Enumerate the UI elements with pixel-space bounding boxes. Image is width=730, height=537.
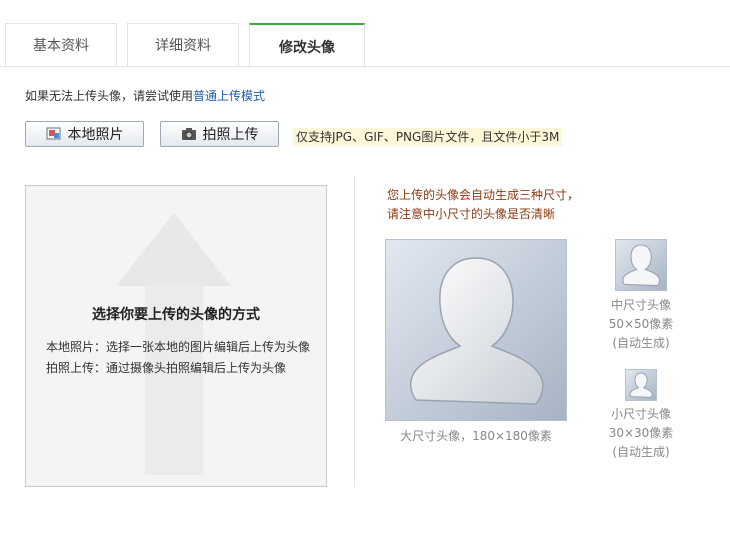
avatar-sizes-notice: 您上传的头像会自动生成三种尺寸， 请注意中小尺寸的头像是否清晰 [387,186,579,224]
upload-method-panel: 选择你要上传的头像的方式 本地照片：选择一张本地的图片编辑后上传为头像 拍照上传… [25,185,327,487]
upload-tip: 如果无法上传头像，请尝试使用普通上传模式 [25,87,265,104]
small-avatar-preview [625,369,657,401]
tab-change-avatar[interactable]: 修改头像 [249,23,365,68]
large-avatar-preview [385,239,567,421]
tab-basic-info[interactable]: 基本资料 [5,23,117,66]
avatar-sizes-notice-line1: 您上传的头像会自动生成三种尺寸， [387,188,580,202]
tab-bar-divider [0,66,730,67]
small-avatar-caption: 小尺寸头像 30×30像素 (自动生成) [600,405,682,462]
avatar-sizes-notice-line2: 请注意中小尺寸的头像是否清晰 [387,207,556,221]
vertical-divider [354,176,355,487]
medium-avatar-caption: 中尺寸头像 50×50像素 (自动生成) [600,296,682,353]
upload-arrow-icon [116,213,231,475]
medium-avatar-name: 中尺寸头像 [610,298,671,312]
tab-bar: 基本资料 详细资料 修改头像 [0,0,730,68]
default-avatar-icon [629,372,653,398]
tab-detail-info[interactable]: 详细资料 [127,23,239,66]
normal-upload-link[interactable]: 普通上传模式 [193,89,265,103]
camera-upload-label: 拍照上传 [202,127,259,143]
camera-upload-button[interactable]: 拍照上传 [160,121,279,147]
small-avatar-note: (自动生成) [612,445,670,459]
local-photo-button[interactable]: 本地照片 [25,121,144,147]
file-type-notice: 仅支持JPG、GIF、PNG图片文件，且文件小于3M [293,128,563,146]
small-avatar-dims: 30×30像素 [608,426,674,440]
panel-local-desc: 本地照片：选择一张本地的图片编辑后上传为头像 [46,340,311,354]
large-avatar-caption: 大尺寸头像，180×180像素 [400,429,552,443]
medium-avatar-preview [615,239,667,291]
default-avatar-icon [410,257,544,405]
camera-icon [181,127,197,141]
medium-avatar-dims: 50×50像素 [608,317,674,331]
panel-title: 选择你要上传的头像的方式 [92,307,260,323]
default-avatar-icon [622,244,661,287]
medium-avatar-note: (自动生成) [612,336,670,350]
local-photo-label: 本地照片 [67,127,124,143]
picture-icon [46,127,62,141]
small-avatar-name: 小尺寸头像 [610,407,671,421]
upload-tip-text: 如果无法上传头像，请尝试使用 [25,89,194,103]
panel-camera-desc: 拍照上传：通过摄像头拍照编辑后上传为头像 [46,361,287,375]
